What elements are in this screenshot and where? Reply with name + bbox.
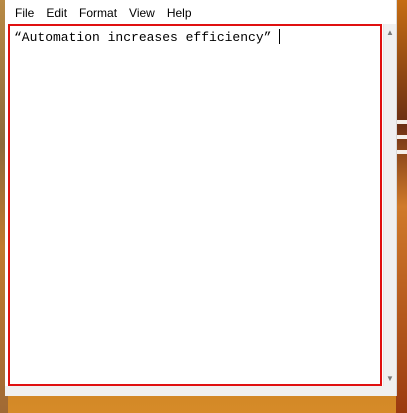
desktop-stripe	[396, 120, 407, 124]
chevron-up-icon[interactable]: ▲	[384, 25, 396, 39]
editor-line: “Automation increases efficiency”	[14, 29, 281, 46]
text-editor-area[interactable]: “Automation increases efficiency”	[8, 24, 382, 386]
desktop-stripe	[396, 135, 407, 139]
vertical-scrollbar[interactable]: ▲ ▼	[383, 24, 396, 386]
text-caret	[279, 29, 281, 44]
window-bottom-edge	[5, 386, 396, 396]
menu-bar: File Edit Format View Help	[5, 0, 396, 24]
menu-help[interactable]: Help	[161, 2, 198, 23]
desktop-stripe	[396, 150, 407, 154]
menu-format[interactable]: Format	[73, 2, 123, 23]
menu-view[interactable]: View	[123, 2, 161, 23]
menu-edit[interactable]: Edit	[40, 2, 73, 23]
menu-file[interactable]: File	[9, 2, 40, 23]
chevron-down-icon[interactable]: ▼	[384, 371, 396, 385]
desktop-right-edge	[396, 0, 407, 413]
editor-text: “Automation increases efficiency”	[14, 30, 272, 45]
notepad-window: File Edit Format View Help “Automation i…	[5, 0, 397, 396]
